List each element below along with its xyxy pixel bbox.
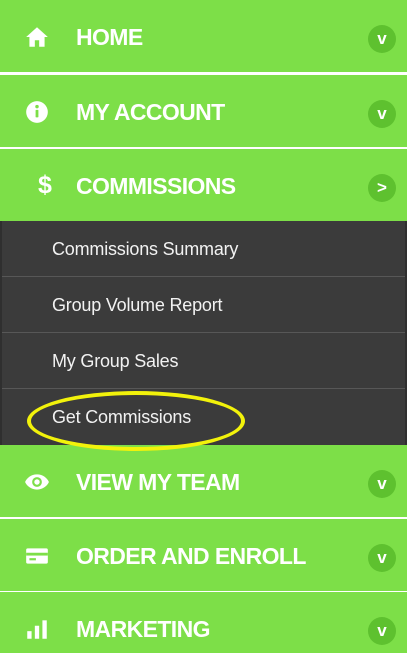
- submenu-item-label: Group Volume Report: [52, 295, 223, 315]
- collapse-toggle-icon[interactable]: >: [368, 174, 396, 202]
- menu-item-home[interactable]: HOME v: [0, 0, 407, 75]
- home-icon: [24, 24, 50, 50]
- commissions-submenu: Commissions Summary Group Volume Report …: [0, 221, 407, 445]
- dollar-icon: $: [38, 171, 52, 199]
- menu-item-commissions[interactable]: $ COMMISSIONS >: [0, 149, 407, 224]
- expand-toggle-icon[interactable]: v: [368, 100, 396, 128]
- expand-toggle-icon[interactable]: v: [368, 470, 396, 498]
- submenu-item-get-commissions[interactable]: Get Commissions: [2, 389, 405, 445]
- submenu-item-label: My Group Sales: [52, 351, 179, 371]
- menu-item-label: MARKETING: [76, 616, 210, 642]
- menu-item-order-and-enroll[interactable]: ORDER AND ENROLL v: [0, 519, 407, 594]
- sidebar-menu: HOME v MY ACCOUNT v $ COMMISSIONS > Comm…: [0, 0, 407, 656]
- menu-item-view-my-team[interactable]: VIEW MY TEAM v: [0, 445, 407, 520]
- menu-item-my-account[interactable]: MY ACCOUNT v: [0, 75, 407, 150]
- menu-item-label: VIEW MY TEAM: [76, 469, 240, 495]
- menu-item-label: COMMISSIONS: [76, 173, 236, 199]
- expand-toggle-icon[interactable]: v: [368, 617, 396, 645]
- bar-chart-icon: [24, 616, 50, 642]
- expand-toggle-icon[interactable]: v: [368, 25, 396, 53]
- credit-card-icon: [24, 543, 50, 569]
- menu-item-label: ORDER AND ENROLL: [76, 543, 306, 569]
- info-icon: [24, 99, 50, 125]
- menu-item-marketing[interactable]: MARKETING v: [0, 592, 407, 656]
- submenu-item-commissions-summary[interactable]: Commissions Summary: [2, 221, 405, 277]
- expand-toggle-icon[interactable]: v: [368, 544, 396, 572]
- submenu-item-label: Commissions Summary: [52, 239, 239, 259]
- eye-icon: [24, 469, 50, 495]
- submenu-item-my-group-sales[interactable]: My Group Sales: [2, 333, 405, 389]
- submenu-item-label: Get Commissions: [52, 407, 192, 427]
- submenu-item-group-volume-report[interactable]: Group Volume Report: [2, 277, 405, 333]
- menu-item-label: HOME: [76, 24, 143, 50]
- menu-item-label: MY ACCOUNT: [76, 99, 225, 125]
